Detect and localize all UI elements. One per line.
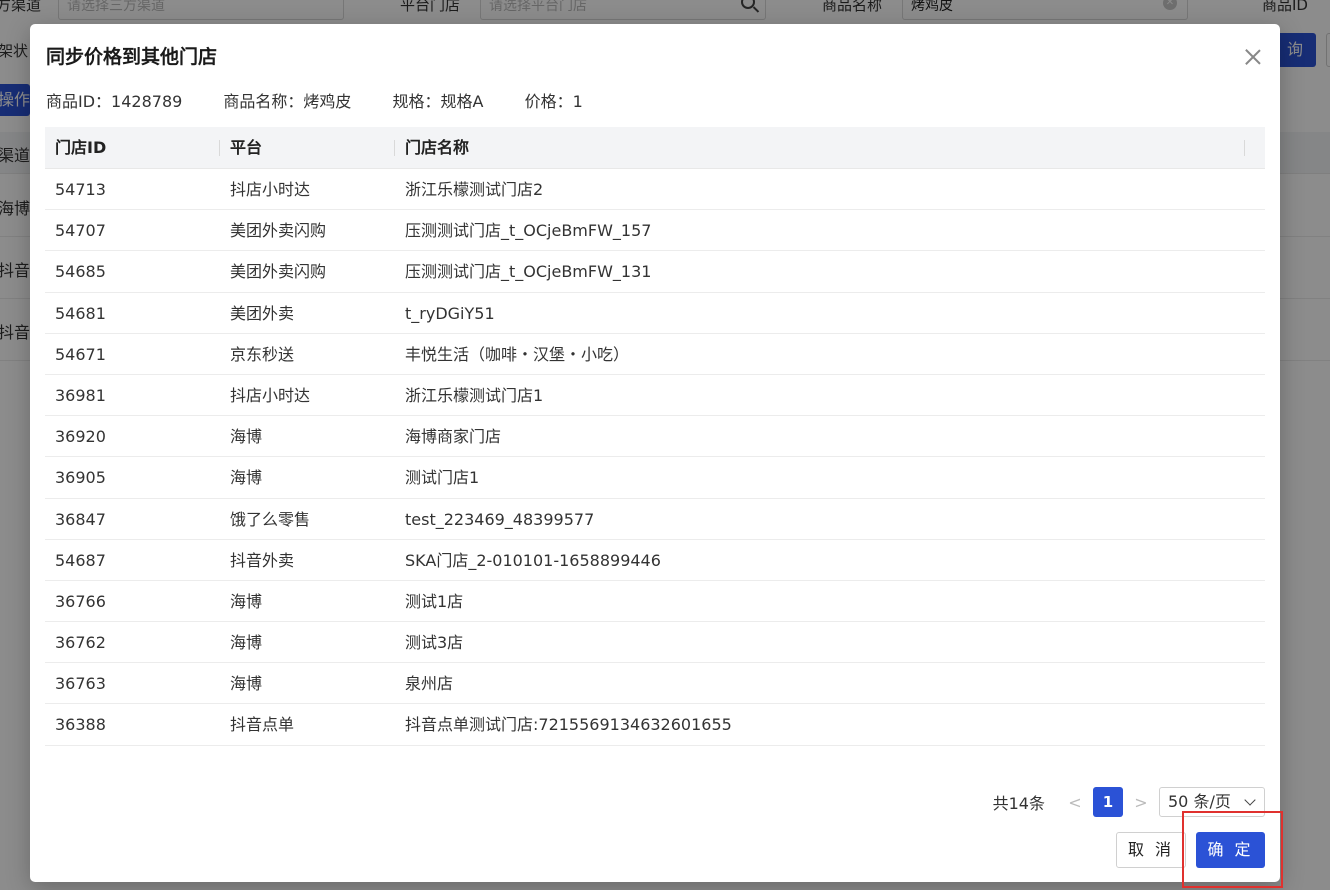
store-id-cell: 36762 (55, 633, 106, 653)
product-id-info: 商品ID：1428789 (46, 92, 183, 111)
store-id-cell: 54681 (55, 303, 106, 323)
store-name-cell: 浙江乐檬测试门店2 (405, 180, 544, 199)
store-name-cell: test_223469_48399577 (405, 509, 595, 529)
store-id-cell: 36847 (55, 509, 106, 529)
price-info: 价格：1 (524, 92, 583, 111)
platform-cell: 海博 (230, 674, 263, 694)
platform-cell: 美团外卖 (230, 303, 295, 323)
store-name-cell: 抖音点单测试门店:7215569134632601655 (405, 715, 732, 735)
store-name-cell: 测试3店 (405, 633, 464, 653)
modal-title: 同步价格到其他门店 (46, 46, 218, 68)
store-name-cell: t_ryDGiY51 (405, 303, 495, 323)
column-divider (1244, 140, 1245, 156)
cancel-button[interactable]: 取 消 (1116, 832, 1186, 868)
pagination-total: 共14条 (992, 794, 1045, 813)
store-id-cell: 36905 (55, 468, 106, 488)
platform-cell: 抖店小时达 (230, 180, 311, 199)
table-row[interactable]: 36905 海博 测试门店1 (45, 457, 1265, 499)
platform-cell: 海博 (230, 591, 263, 611)
platform-cell: 海博 (230, 468, 263, 488)
platform-cell: 美团外卖闪购 (230, 221, 327, 241)
store-name-cell: 测试门店1 (405, 468, 480, 488)
page-number-button[interactable]: 1 (1093, 787, 1123, 817)
table-row[interactable]: 36847 饿了么零售 test_223469_48399577 (45, 498, 1265, 540)
store-table-header: 门店ID 平台 门店名称 (45, 127, 1265, 169)
store-id-cell: 36763 (55, 674, 106, 694)
platform-cell: 京东秒送 (230, 344, 295, 364)
store-id-cell: 54713 (55, 180, 106, 199)
product-info: 商品ID：1428789 商品名称：烤鸡皮 规格：规格A 价格：1 (46, 88, 619, 112)
column-header-platform: 平台 (230, 138, 263, 157)
store-id-cell: 54707 (55, 221, 106, 241)
store-id-cell: 54685 (55, 262, 106, 282)
column-header-store-id: 门店ID (55, 138, 107, 157)
platform-cell: 海博 (230, 633, 263, 653)
table-row[interactable]: 54671 京东秒送 丰悦生活（咖啡・汉堡・小吃） (45, 333, 1265, 375)
next-page-icon[interactable]: > (1129, 793, 1153, 812)
store-name-cell: 浙江乐檬测试门店1 (405, 385, 544, 405)
table-row[interactable]: 36762 海博 测试3店 (45, 622, 1265, 664)
prev-page-icon[interactable]: < (1063, 793, 1087, 812)
table-row[interactable]: 36920 海博 海博商家门店 (45, 416, 1265, 458)
sync-price-modal: 同步价格到其他门店 商品ID：1428789 商品名称：烤鸡皮 规格：规格A 价… (30, 24, 1280, 882)
platform-cell: 海博 (230, 427, 263, 447)
product-name-info: 商品名称：烤鸡皮 (223, 92, 352, 111)
table-row[interactable]: 54681 美团外卖 t_ryDGiY51 (45, 292, 1265, 334)
store-id-cell: 36920 (55, 427, 106, 447)
store-name-cell: SKA门店_2-010101-1658899446 (405, 550, 661, 570)
store-id-cell: 54687 (55, 550, 106, 570)
table-row[interactable]: 54685 美团外卖闪购 压测测试门店_t_OCjeBmFW_131 (45, 251, 1265, 293)
close-icon[interactable] (1240, 44, 1266, 70)
column-divider (219, 140, 220, 156)
platform-cell: 抖音点单 (230, 715, 295, 735)
table-row[interactable]: 36388 抖音点单 抖音点单测试门店:7215569134632601655 (45, 704, 1265, 746)
column-header-store-name: 门店名称 (405, 138, 470, 157)
platform-cell: 抖店小时达 (230, 385, 311, 405)
store-name-cell: 压测测试门店_t_OCjeBmFW_157 (405, 221, 652, 241)
table-row[interactable]: 54707 美团外卖闪购 压测测试门店_t_OCjeBmFW_157 (45, 210, 1265, 252)
store-id-cell: 36981 (55, 385, 106, 405)
chevron-down-icon (1244, 794, 1256, 806)
table-row[interactable]: 36766 海博 测试1店 (45, 580, 1265, 623)
store-name-cell: 海博商家门店 (405, 427, 502, 447)
table-row[interactable]: 54687 抖音外卖 SKA门店_2-010101-1658899446 (45, 539, 1265, 581)
platform-cell: 美团外卖闪购 (230, 262, 327, 282)
confirm-highlight-box (1182, 811, 1283, 888)
store-table-body: 54713 抖店小时达 浙江乐檬测试门店2 54707 美团外卖闪购 压测测试门店_t_O… (45, 169, 1265, 746)
store-name-cell: 测试1店 (405, 591, 464, 611)
column-divider (394, 140, 395, 156)
table-row[interactable]: 36763 海博 泉州店 (45, 663, 1265, 705)
table-row[interactable]: 36981 抖店小时达 浙江乐檬测试门店1 (45, 374, 1265, 417)
store-id-cell: 54671 (55, 344, 106, 364)
spec-info: 规格：规格A (392, 92, 484, 111)
store-id-cell: 36388 (55, 715, 106, 735)
store-table: 门店ID 平台 门店名称 54713 抖店小时达 浙江乐檬测试门店2 54707 美团外… (45, 127, 1265, 746)
store-name-cell: 压测测试门店_t_OCjeBmFW_131 (405, 262, 652, 282)
store-name-cell: 泉州店 (405, 674, 454, 694)
store-name-cell: 丰悦生活（咖啡・汉堡・小吃） (405, 344, 630, 364)
page-size-value: 50 条/页 (1168, 792, 1231, 811)
store-id-cell: 36766 (55, 591, 106, 611)
platform-cell: 抖音外卖 (230, 550, 295, 570)
table-row[interactable]: 54713 抖店小时达 浙江乐檬测试门店2 (45, 169, 1265, 211)
platform-cell: 饿了么零售 (230, 509, 311, 529)
